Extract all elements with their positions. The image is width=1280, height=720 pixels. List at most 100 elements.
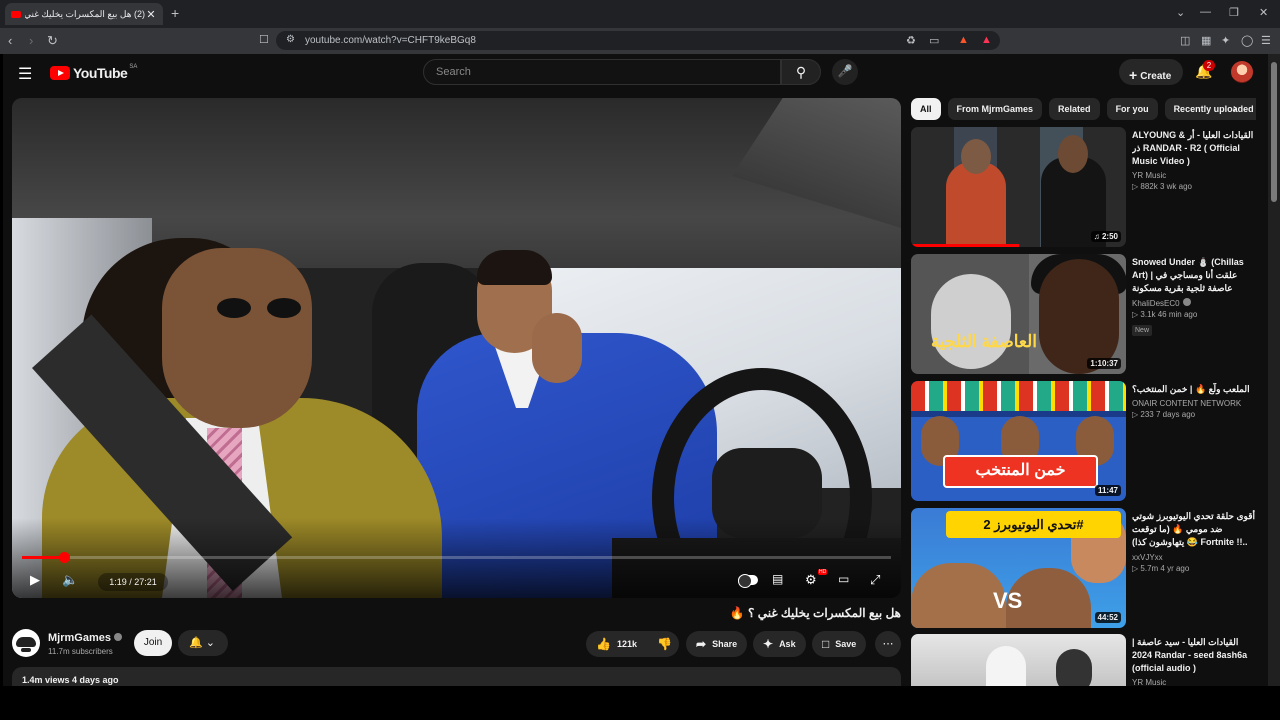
browser-tab[interactable]: (2) هل بيع المكسرات يخليك غني ؟ 🔥 - YouT…: [5, 3, 163, 25]
autoplay-toggle[interactable]: [738, 574, 758, 588]
create-button[interactable]: + Create: [1119, 59, 1183, 85]
progress-played: [22, 556, 64, 559]
chip-related[interactable]: Related: [1049, 98, 1100, 120]
forward-icon[interactable]: ›: [29, 33, 33, 48]
url-field[interactable]: ⚙ youtube.com/watch?v=CHFT9keBGq8: [276, 31, 1000, 50]
chip-all[interactable]: All: [911, 98, 941, 120]
save-label: Save: [835, 639, 857, 649]
progress-bar[interactable]: [22, 552, 891, 563]
back-icon[interactable]: ‹: [8, 33, 12, 48]
recommended-channel[interactable]: YR Music: [1132, 171, 1256, 180]
video-thumbnail[interactable]: تحدي اليوتيوبرز 2# VS 44:52: [911, 508, 1126, 628]
search-icon[interactable]: ⚲: [781, 59, 821, 85]
reload-icon[interactable]: ↻: [47, 33, 58, 49]
recommended-video[interactable]: ♫ 2:50 ALYOUNG & القيادات العليا - أر ذر…: [911, 127, 1256, 247]
save-button[interactable]: □ Save: [812, 631, 867, 657]
ask-label: Ask: [779, 639, 796, 649]
recommended-channel[interactable]: xxVJYxx: [1132, 553, 1256, 562]
recommended-video[interactable]: خمن المنتخب 11:47 الملعب ولّع 🔥 | خمن ال…: [911, 381, 1256, 501]
menu-icon[interactable]: ☰: [1261, 34, 1271, 47]
chip-for-you[interactable]: For you: [1106, 98, 1158, 120]
plus-icon: +: [1129, 67, 1138, 83]
vpn-icon[interactable]: ◯: [1241, 34, 1253, 47]
chevron-right-icon[interactable]: ›: [1233, 101, 1237, 115]
recommended-title[interactable]: الملعب ولّع 🔥 | خمن المنتخب؟: [1132, 383, 1256, 396]
new-badge: New: [1132, 325, 1153, 336]
subtitles-icon[interactable]: ▤: [772, 572, 783, 586]
brave-shield-icon[interactable]: ▲: [958, 34, 969, 46]
browser-tab-strip: (2) هل بيع المكسرات يخليك غني ؟ 🔥 - YouT…: [0, 0, 1280, 28]
recommended-video[interactable]: العاصفة الثلجية 1:10:37 Snowed Under ⛄ (…: [911, 254, 1256, 374]
theater-mode-icon[interactable]: ▭: [838, 572, 849, 586]
logo-text: YouTube: [73, 65, 128, 81]
guide-menu-icon[interactable]: ☰: [18, 64, 32, 84]
cast-icon[interactable]: ▭: [929, 34, 939, 47]
more-actions-icon[interactable]: ⋯: [875, 631, 901, 657]
microphone-icon[interactable]: 🎤: [832, 59, 858, 85]
recommended-video[interactable]: تحدي اليوتيوبرز 2# VS 44:52 أقوى حلقة تح…: [911, 508, 1256, 628]
video-thumbnail[interactable]: العاصفة الثلجية 1:10:37: [911, 254, 1126, 374]
recommended-channel[interactable]: KhaliDesEC0: [1132, 298, 1256, 308]
channel-avatar[interactable]: [12, 629, 40, 657]
recommended-title[interactable]: القيادات العليا - سيد عاصفة | 2024 Randa…: [1132, 636, 1256, 675]
bookmark-icon[interactable]: ☐: [259, 33, 269, 46]
video-thumbnail[interactable]: خمن المنتخب 11:47: [911, 381, 1126, 501]
search-input[interactable]: Search: [423, 59, 781, 85]
leo-icon[interactable]: ✦: [1221, 34, 1230, 47]
chip-recently-uploaded[interactable]: Recently uploaded: [1164, 98, 1256, 120]
channel-name[interactable]: MjrmGames: [48, 632, 122, 644]
page-scrollbar[interactable]: [1268, 54, 1280, 686]
create-label: Create: [1140, 71, 1172, 82]
tab-close-icon[interactable]: ✕: [145, 8, 157, 21]
save-icon: □: [822, 637, 830, 651]
youtube-favicon-icon: [11, 10, 21, 18]
share-button[interactable]: ➦ Share: [686, 631, 748, 657]
ask-button[interactable]: ✦ Ask: [753, 631, 806, 657]
hd-badge: HD: [818, 569, 828, 575]
scrubber-handle[interactable]: [58, 552, 70, 563]
sidebar-icon[interactable]: ◫: [1180, 34, 1190, 47]
play-icon[interactable]: ▶: [30, 572, 40, 588]
maximize-button[interactable]: ❐: [1229, 6, 1239, 19]
dislike-icon[interactable]: 👎: [657, 637, 672, 651]
rewards-icon[interactable]: ▲: [981, 34, 992, 46]
close-window-button[interactable]: ✕: [1259, 6, 1268, 19]
share-label: Share: [712, 639, 738, 649]
video-thumbnail[interactable]: [911, 634, 1126, 686]
volume-icon[interactable]: 🔈: [62, 572, 78, 588]
tab-search-icon[interactable]: ⌄: [1176, 6, 1185, 19]
minimize-button[interactable]: —: [1200, 6, 1211, 18]
like-count[interactable]: 121k: [617, 639, 637, 649]
recommended-channel[interactable]: YR Music: [1132, 678, 1256, 686]
verified-icon: [113, 633, 122, 641]
fullscreen-icon[interactable]: ⤢: [870, 572, 880, 588]
recommended-meta: ▷ 233 7 days ago: [1132, 410, 1196, 419]
settings-gear-icon[interactable]: ⚙: [805, 572, 817, 588]
wallet-icon[interactable]: ▦: [1201, 34, 1211, 47]
subscriber-count: 11.7m subscribers: [48, 647, 113, 656]
recommended-title[interactable]: أقوى حلقة تحدي اليوتيوبرز شوتي ضد مومي 🔥…: [1132, 510, 1256, 550]
scrollbar-thumb[interactable]: [1271, 62, 1277, 202]
chip-from-channel[interactable]: From MjrmGames: [947, 98, 1043, 120]
description-box[interactable]: 1.4m views 4 days ago: [12, 667, 901, 686]
youtube-logo[interactable]: YouTube SA: [50, 64, 137, 81]
account-avatar[interactable]: [1231, 61, 1253, 83]
duration-badge: ♫ 2:50: [1090, 231, 1121, 242]
recommended-meta: ▷ 3.1k 46 min ago: [1132, 310, 1198, 319]
youtube-play-icon: [50, 66, 70, 80]
recommended-title[interactable]: ALYOUNG & القيادات العليا - أر ذر RANDAR…: [1132, 129, 1256, 168]
like-icon[interactable]: 👍: [596, 637, 611, 651]
video-player[interactable]: ▶ 🔈 1:19 / 27:21 ▤ ⚙ HD ▭ ⤢: [12, 98, 901, 598]
translate-icon[interactable]: ♻: [906, 34, 916, 47]
recommended-channel[interactable]: ONAIR CONTENT NETWORK: [1132, 399, 1256, 408]
join-button[interactable]: Join: [134, 630, 172, 656]
video-title: هل بيع المكسرات يخليك غني ؟ 🔥: [729, 606, 901, 620]
site-info-icon[interactable]: ⚙: [286, 34, 295, 45]
music-play-icon: ▷: [1132, 310, 1139, 319]
recommended-video[interactable]: القيادات العليا - سيد عاصفة | 2024 Randa…: [911, 634, 1256, 686]
views-date: 1.4m views 4 days ago: [22, 675, 119, 685]
recommended-title[interactable]: Snowed Under ⛄ (Chillas Art) | علقت أنا …: [1132, 256, 1256, 295]
video-thumbnail[interactable]: ♫ 2:50: [911, 127, 1126, 247]
subscription-bell-button[interactable]: 🔔 ⌄: [178, 630, 228, 656]
new-tab-button[interactable]: +: [171, 5, 179, 21]
